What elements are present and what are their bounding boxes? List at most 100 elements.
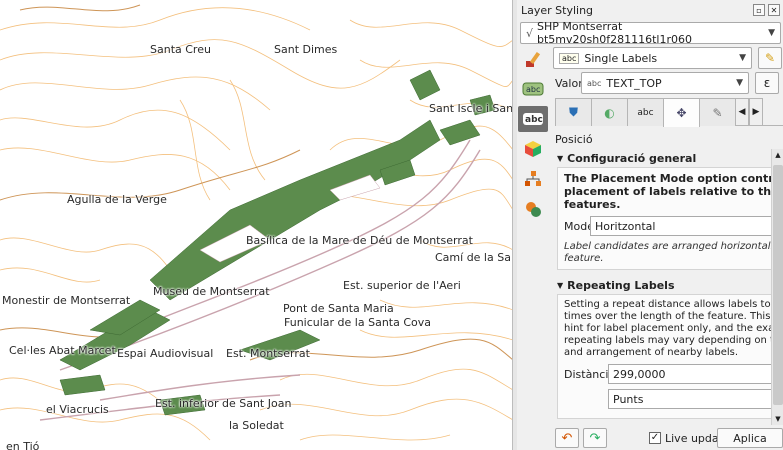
redo-button[interactable]: ↷ [583,428,607,448]
close-icon[interactable]: ✕ [768,4,780,16]
mode-hint-line: feature. [564,253,604,264]
map-label: Santa Creu [150,43,211,56]
repeat-group-box: Setting a repeat distance allows labels … [557,294,783,419]
unit-select[interactable]: Punts [608,389,776,409]
history-button[interactable] [518,196,548,222]
general-group-box: The Placement Mode option controls the o… [557,167,783,270]
background-abc-icon: abc [637,107,654,118]
diagrams-button[interactable] [518,166,548,192]
paint-palette-icon: ✎ [764,51,776,65]
style-sidebar: abc abc [517,45,550,450]
symbology-button[interactable] [518,46,548,72]
map-label: Est. inferior de Sant Joan [155,397,292,410]
label-abc-icon: abc [522,82,544,96]
repeat-desc-line: repeating labels may vary depending on t… [564,335,783,346]
buffer-icon: ◐ [604,105,615,120]
panel-titlebar: Layer Styling ▫ ✕ [517,0,783,20]
collapse-icon: ▼ [557,153,564,163]
repeat-group-title: Repeating Labels [567,278,675,292]
float-icon[interactable]: ▫ [753,4,765,16]
map-label: Museu de Montserrat [153,285,270,298]
map-label: Funicular de la Santa Cova [284,316,432,329]
labels-button[interactable]: abc [518,106,548,132]
mode-row: Mode Horitzontal [564,216,776,236]
value-label: Valor [555,76,583,90]
map-label: Agulla de la Verge [67,193,167,206]
mode-label: Mode [564,219,594,233]
layer-select[interactable]: √ SHP Montserrat bt5mv20sh0f281116tl1r06… [520,20,781,46]
map-label: Est. superior de l'Aeri [343,279,461,292]
map-label: Est. Montserrat [226,347,310,360]
line-layer-icon: √ [526,26,534,40]
paintbrush-icon [526,51,541,67]
chevron-down-icon: ▼ [736,78,743,88]
chevron-down-icon: ▼ [739,53,746,63]
map-canvas[interactable]: Santa Creu Sant Dimes Sant Iscle i Santa… [0,0,513,450]
live-update-checkbox[interactable]: ✓ [649,432,661,444]
tab-background[interactable]: abc [627,98,664,126]
value-field-select[interactable]: abc TEXT_TOP ▼ [581,72,749,94]
tab-text[interactable]: ⛊ [555,98,592,126]
mode-select[interactable]: Horitzontal [590,216,776,236]
tab-prev-button[interactable]: ◀ [735,98,749,126]
panel-title: Layer Styling [521,3,594,17]
label-abc-icon: abc [559,52,580,64]
general-desc-line: The Placement Mode option controls the o [564,172,783,185]
repeat-desc-line: times over the length of the feature. Th… [564,311,783,322]
scroll-thumb[interactable] [773,165,783,405]
value-row: Valor abc TEXT_TOP ▼ ε [551,72,783,94]
undo-icon: ↶ [561,430,573,446]
distance-row: Distància 299,0000 [564,364,776,384]
epsilon-icon: ε [763,76,771,90]
text-field-icon: abc [587,78,602,88]
layer-styling-panel: Layer Styling ▫ ✕ √ SHP Montserrat bt5mv… [517,0,783,450]
unit-row: Punts [608,389,776,409]
general-group-header[interactable]: ▼ Configuració general [555,149,783,167]
app-root: Santa Creu Sant Dimes Sant Iscle i Santa… [0,0,783,450]
redo-icon: ↷ [589,430,601,446]
svg-text:abc: abc [525,115,543,125]
style-manager-button[interactable]: ✎ [758,47,782,69]
map-label: Basílica de la Mare de Déu de Montserrat [246,234,473,247]
collapse-icon: ▼ [557,280,564,290]
mode-hint-line: Label candidates are arranged horizontal… [564,241,783,252]
tab-rendering[interactable]: ✎ [699,98,736,126]
map-label: Sant Dimes [274,43,338,56]
apply-button[interactable]: Aplica [717,428,783,448]
label-mode-select[interactable]: abc Single Labels ▼ [553,47,752,69]
history-icon [526,202,541,217]
label-mode-value: Single Labels [584,51,658,65]
label-mode-row: abc Single Labels ▼ ✎ [553,47,783,69]
repeat-desc-line: Setting a repeat distance allows labels … [564,299,783,310]
scroll-up-icon[interactable]: ▲ [772,149,783,161]
svg-text:abc: abc [526,85,540,94]
3d-view-button[interactable] [518,136,548,162]
chevron-right-icon: ▶ [752,107,760,117]
map-label: Cel·les Abat Marcet [9,344,116,357]
diagram-icon [525,171,541,186]
placement-icon: ✥ [676,106,687,120]
expression-button[interactable]: ε [755,72,779,94]
map-label: Monestir de Montserrat [2,294,131,307]
section-caption: Posició [555,133,593,146]
labels-settings: abc Single Labels ▼ ✎ Valor abc TEXT_TOP… [551,45,783,450]
map-label: Pont de Santa Maria [283,302,394,315]
chevron-left-icon: ◀ [738,107,746,117]
panel-bottom-bar: ↶ ↷ ✓ Live update Aplica [555,427,783,449]
map-drawing [0,4,512,441]
tab-placement[interactable]: ✥ [663,98,700,127]
repeat-group-header[interactable]: ▼ Repeating Labels [555,276,783,294]
vertical-scrollbar[interactable]: ▲ ▼ [771,149,783,425]
chevron-down-icon: ▼ [768,28,775,38]
distance-label: Distància [564,367,616,381]
labels-text-button[interactable]: abc [518,76,548,102]
brush-icon: ✎ [712,105,723,120]
placement-scroll-area[interactable]: ▼ Configuració general The Placement Mod… [555,149,783,425]
general-desc-line: features. [564,198,621,211]
distance-input[interactable]: 299,0000 [608,364,776,384]
tab-buffer[interactable]: ◐ [591,98,628,126]
undo-button[interactable]: ↶ [555,428,579,448]
scroll-down-icon[interactable]: ▼ [772,413,783,425]
layer-select-value: SHP Montserrat bt5mv20sh0f281116tl1r060 [537,20,692,46]
tab-next-button[interactable]: ▶ [749,98,763,126]
